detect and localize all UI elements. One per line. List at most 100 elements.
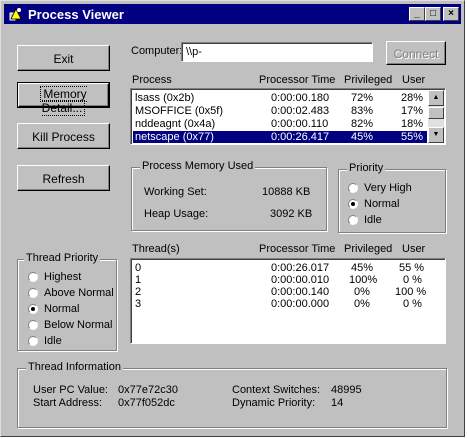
working-set-value: 10888 KB (262, 186, 311, 198)
thread-user: 55 % (399, 262, 425, 274)
memory-detail-button-label: Memory Detail... (40, 86, 87, 116)
working-set-label: Working Set: (144, 186, 207, 198)
start-address-label: Start Address: (33, 397, 103, 409)
priority-very-high-label: Very High (364, 182, 412, 194)
memory-detail-button[interactable]: Memory Detail... (17, 82, 110, 116)
process-name: MSOFFICE (0x5f) (135, 105, 224, 117)
thread-time: 0:00:26.017 (271, 262, 330, 274)
thread-processor-time-header: Processor Time (259, 243, 336, 255)
priority-idle-label: Idle (364, 214, 382, 226)
process-user: 17% (401, 105, 424, 117)
process-priv: 72% (351, 92, 374, 104)
thread-priv: 45% (351, 262, 374, 274)
process-memory-group: Process Memory Used Working Set: 10888 K… (131, 160, 327, 231)
radio-icon (28, 288, 38, 298)
close-button[interactable]: × (443, 7, 459, 21)
close-icon: × (448, 8, 454, 19)
thread-user: 100 % (395, 286, 427, 298)
process-header: Process (132, 74, 172, 86)
refresh-button[interactable]: Refresh (17, 165, 110, 191)
process-viewer-window: Process Viewer _ □ × Exit Memory Detail.… (0, 0, 465, 437)
minimize-icon: _ (414, 8, 420, 19)
computer-input-value: \\p- (186, 46, 202, 58)
thread-row[interactable]: 3 0:00:00.000 0% 0 % (133, 298, 441, 310)
process-row[interactable]: MSOFFICE (0x5f) 0:00:02.483 83% 17% (133, 105, 427, 117)
thread-time: 0:00:00.140 (271, 286, 330, 298)
privileged-header: Privileged (344, 74, 393, 86)
threads-list[interactable]: 0 0:00:26.017 45% 55 % 1 0:00:00.010 100… (130, 258, 446, 344)
priority-legend: Priority (347, 162, 386, 174)
thread-priority-idle-label: Idle (44, 335, 62, 347)
thread-time: 0:00:00.000 (271, 298, 330, 310)
scroll-up-icon[interactable]: ▲ (428, 90, 444, 106)
process-time: 0:00:00.110 (271, 118, 329, 130)
process-priv: 83% (351, 105, 374, 117)
process-list-scrollbar[interactable]: ▲ ▼ (428, 90, 444, 143)
thread-user: 0 % (403, 298, 422, 310)
window-title: Process Viewer (28, 7, 124, 22)
thread-information-group: Thread Information User PC Value: 0x77e7… (17, 361, 447, 428)
radio-selected-icon (348, 199, 358, 209)
process-row-selected[interactable]: netscape (0x77) 0:00:26.417 45% 55% (133, 131, 427, 143)
thread-privileged-header: Privileged (344, 243, 393, 255)
connect-button-label: Connect (393, 47, 439, 61)
heap-usage-value: 3092 KB (270, 208, 313, 220)
thread-priv: 100% (349, 274, 378, 286)
thread-id: 1 (135, 274, 142, 286)
thread-priority-below-normal-label: Below Normal (44, 319, 113, 331)
computer-label: Computer: (131, 45, 183, 57)
dynamic-priority-label: Dynamic Priority: (232, 397, 316, 409)
radio-selected-icon (28, 304, 38, 314)
thread-row[interactable]: 0 0:00:26.017 45% 55 % (133, 262, 441, 274)
process-list[interactable]: lsass (0x2b) 0:00:00.180 72% 28% MSOFFIC… (130, 88, 446, 145)
exit-button[interactable]: Exit (17, 45, 110, 71)
process-time: 0:00:02.483 (271, 105, 330, 117)
computer-input[interactable]: \\p- (181, 42, 373, 62)
thread-user: 0 % (403, 274, 422, 286)
thread-priority-legend: Thread Priority (24, 252, 101, 264)
process-row[interactable]: nddeagnt (0x4a) 0:00:00.110 82% 18% (133, 118, 427, 130)
thread-priority-normal-label: Normal (44, 303, 80, 315)
scroll-thumb[interactable] (428, 107, 444, 119)
thread-priv: 0% (354, 298, 370, 310)
process-row[interactable]: lsass (0x2b) 0:00:00.180 72% 28% (133, 92, 427, 104)
radio-icon (28, 336, 38, 346)
process-time: 0:00:00.180 (271, 92, 330, 104)
title-bar[interactable]: Process Viewer _ □ × (4, 4, 461, 24)
thread-id: 0 (135, 262, 142, 274)
process-name: netscape (0x77) (135, 131, 214, 143)
thread-priority-highest-label: Highest (44, 271, 82, 283)
thread-user-header: User (402, 243, 426, 255)
user-header: User (402, 74, 426, 86)
user-pc-value: 0x77e72c30 (118, 384, 178, 396)
radio-icon (28, 320, 38, 330)
start-address-value: 0x77f052dc (118, 397, 175, 409)
maximize-button[interactable]: □ (425, 7, 441, 21)
thread-row[interactable]: 2 0:00:00.140 0% 100 % (133, 286, 441, 298)
processor-time-header: Processor Time (259, 74, 336, 86)
process-memory-legend: Process Memory Used (140, 160, 256, 172)
thread-row[interactable]: 1 0:00:00.010 100% 0 % (133, 274, 441, 286)
thread-time: 0:00:00.010 (271, 274, 330, 286)
scroll-down-icon[interactable]: ▼ (428, 127, 444, 143)
heap-usage-label: Heap Usage: (144, 208, 209, 220)
priority-group: Priority Very High Normal Idle (338, 162, 446, 233)
thread-priority-above-normal-label: Above Normal (44, 287, 114, 299)
kill-process-button-label: Kill Process (32, 130, 95, 144)
process-priv: 45% (351, 131, 374, 143)
process-user: 55% (401, 131, 424, 143)
connect-button[interactable]: Connect (386, 41, 446, 65)
radio-icon (348, 183, 358, 193)
process-user: 18% (401, 118, 424, 130)
thread-id: 3 (135, 298, 142, 310)
process-user: 28% (401, 92, 424, 104)
dynamic-priority-value: 14 (331, 397, 344, 409)
minimize-button[interactable]: _ (409, 7, 425, 21)
process-viewer-icon (9, 8, 22, 21)
exit-button-label: Exit (53, 52, 74, 66)
user-pc-label: User PC Value: (33, 384, 108, 396)
process-name: nddeagnt (0x4a) (135, 118, 216, 130)
process-name: lsass (0x2b) (135, 92, 195, 104)
kill-process-button[interactable]: Kill Process (17, 123, 110, 149)
radio-icon (28, 272, 38, 282)
